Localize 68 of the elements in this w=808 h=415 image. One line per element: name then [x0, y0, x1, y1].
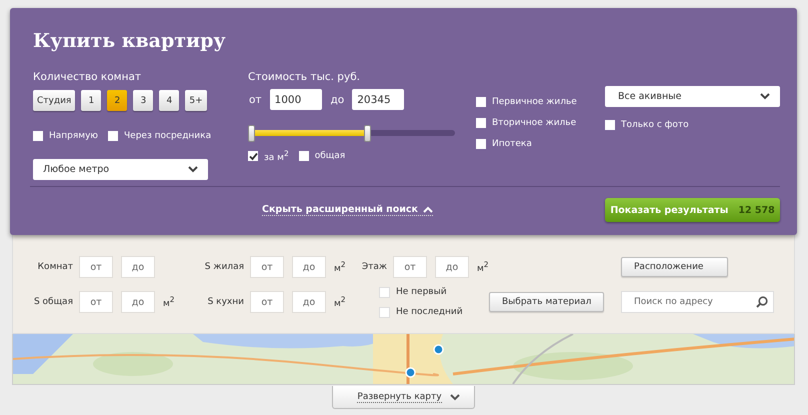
map-marker-icon[interactable]: [433, 344, 444, 355]
checkbox[interactable]: [476, 138, 486, 148]
checkbox-label: Первичное жилье: [492, 96, 577, 106]
input-field[interactable]: от: [79, 291, 113, 313]
checkbox-label: Ипотека: [492, 138, 532, 148]
input-field[interactable]: от: [250, 256, 284, 278]
checkbox-label: Не последний: [396, 307, 463, 317]
filter-label: Этаж: [360, 262, 387, 272]
filter-button[interactable]: Расположение: [621, 257, 728, 277]
input-field[interactable]: до: [121, 256, 155, 278]
filter-button[interactable]: Выбрать материал: [489, 292, 604, 312]
section-label: Стоимость тыс. руб.: [248, 71, 362, 85]
filter-label: Комнат: [36, 262, 73, 272]
collapse-link[interactable]: Скрыть расширенный поиск: [262, 204, 433, 216]
checkbox-label: Вторичное жилье: [492, 118, 576, 128]
checkbox[interactable]: [298, 151, 309, 161]
chevron-icon: [760, 93, 770, 100]
page-title: Купить квартиру: [33, 29, 227, 54]
input-field[interactable]: от: [79, 256, 113, 278]
room-button[interactable]: 4: [159, 90, 180, 111]
section-label: Количество комнат: [33, 71, 142, 85]
price-from-field[interactable]: 1000: [270, 89, 322, 110]
price-to-field[interactable]: 20345: [352, 89, 404, 110]
chevron-icon: [188, 166, 198, 173]
checkbox-label: Не первый: [396, 287, 447, 297]
checkbox-label: Через посредника: [124, 131, 212, 141]
metro-dropdown[interactable]: Любое метро: [33, 159, 208, 180]
checkbox[interactable]: [476, 96, 486, 106]
field-label: от: [249, 94, 262, 106]
filter-label: S кухни: [206, 297, 244, 307]
slider-handle[interactable]: [248, 124, 255, 142]
input-field[interactable]: от: [393, 256, 427, 278]
checkbox-label: Только с фото: [621, 120, 689, 130]
checkbox-label: общая: [314, 151, 346, 161]
slider-handle[interactable]: [364, 124, 372, 142]
status-dropdown[interactable]: Все акивные: [605, 86, 780, 107]
input-field[interactable]: до: [292, 256, 326, 278]
unit-label: м$^{2}$: [163, 295, 175, 309]
input-field[interactable]: до: [121, 291, 155, 313]
checkbox[interactable]: [108, 131, 118, 141]
room-button[interactable]: 2: [107, 90, 128, 111]
unit-label: м$^{2}$: [334, 295, 346, 309]
address-search-field[interactable]: Поиск по адресу: [621, 291, 774, 313]
unit-label: м$^{2}$: [477, 260, 489, 274]
chevron-icon: [450, 394, 460, 400]
room-button[interactable]: 1: [81, 90, 102, 111]
filter-label: S общая: [32, 297, 73, 307]
input-field[interactable]: до: [435, 256, 469, 278]
checkbox-label: Напрямую: [49, 131, 98, 141]
room-button[interactable]: Студия: [33, 90, 76, 111]
checkbox-label: за м$^{2}$: [264, 149, 289, 163]
checkbox[interactable]: [476, 118, 486, 128]
expand-map-button[interactable]: Развернуть карту: [332, 386, 475, 409]
map-marker-icon[interactable]: [405, 367, 416, 378]
checkbox[interactable]: [605, 120, 615, 130]
search-icon[interactable]: [756, 296, 768, 308]
field-label: до: [330, 94, 344, 106]
room-button[interactable]: 5+: [185, 90, 207, 111]
checkbox[interactable]: [33, 131, 43, 141]
input-field[interactable]: до: [292, 291, 326, 313]
checkbox[interactable]: [248, 151, 258, 161]
input-field[interactable]: от: [250, 291, 284, 313]
result-count: 12 578: [738, 204, 775, 216]
filter-label: S жилая: [204, 262, 244, 272]
chevron-icon: [423, 206, 433, 213]
room-button[interactable]: 3: [133, 90, 154, 111]
unit-label: м$^{2}$: [334, 260, 346, 274]
show-results-button[interactable]: Показать результаты 12 578: [605, 198, 780, 222]
